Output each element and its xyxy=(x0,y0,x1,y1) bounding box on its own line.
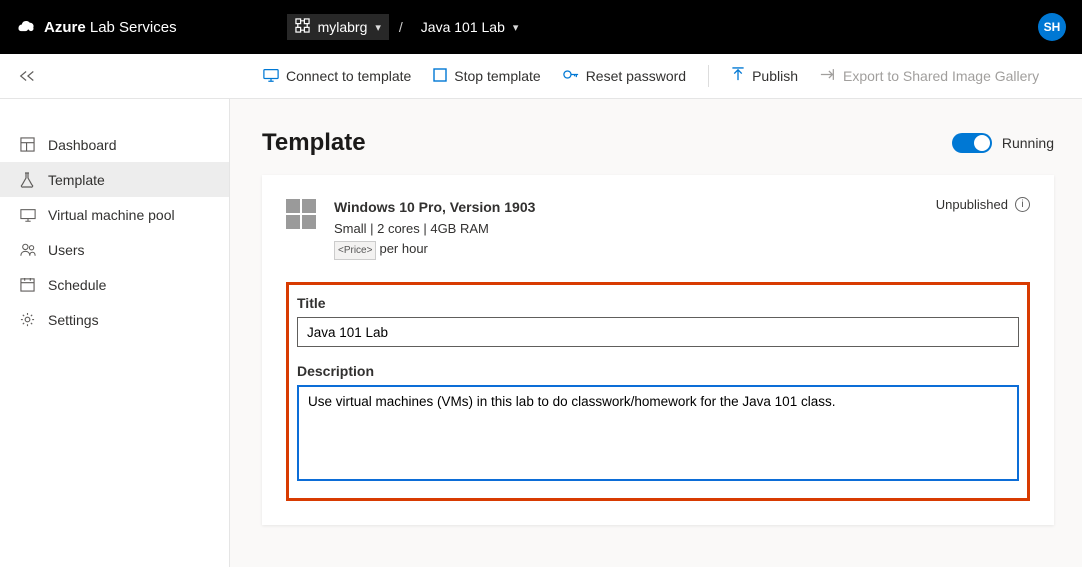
connect-template-button[interactable]: Connect to template xyxy=(263,68,411,85)
publish-label: Publish xyxy=(752,68,798,84)
publish-status: Unpublished i xyxy=(936,197,1030,212)
template-card: Windows 10 Pro, Version 1903 Small | 2 c… xyxy=(262,175,1054,525)
breadcrumb-resource-group[interactable]: mylabrg ▾ xyxy=(287,14,389,40)
dashboard-icon xyxy=(20,137,36,152)
sidebar-label: Virtual machine pool xyxy=(48,207,175,223)
gear-icon xyxy=(20,312,36,327)
breadcrumb-rg-label: mylabrg xyxy=(318,19,368,35)
sidebar-item-dashboard[interactable]: Dashboard xyxy=(0,127,229,162)
page-title: Template xyxy=(262,129,366,157)
flask-icon xyxy=(20,172,36,188)
breadcrumb: mylabrg ▾ / Java 101 Lab ▾ xyxy=(287,14,527,40)
content-area: Template Running Windows 10 Pro, Version… xyxy=(230,99,1082,567)
connect-label: Connect to template xyxy=(286,68,411,84)
sidebar-item-schedule[interactable]: Schedule xyxy=(0,267,229,302)
sidebar-label: Template xyxy=(48,172,105,188)
sidebar-label: Settings xyxy=(48,312,99,328)
breadcrumb-separator: / xyxy=(399,19,403,35)
sidebar-item-template[interactable]: Template xyxy=(0,162,229,197)
running-toggle[interactable] xyxy=(952,133,992,153)
collapse-sidebar-button[interactable] xyxy=(0,54,54,98)
title-input[interactable] xyxy=(297,317,1019,347)
price-suffix: per hour xyxy=(379,241,427,256)
price-tag: <Price> xyxy=(334,241,376,261)
sidebar-label: Dashboard xyxy=(48,137,117,153)
breadcrumb-lab-label: Java 101 Lab xyxy=(421,19,505,35)
brand[interactable]: Azure Lab Services xyxy=(16,18,177,36)
calendar-icon xyxy=(20,277,36,292)
key-icon xyxy=(563,67,579,85)
stop-icon xyxy=(433,68,447,85)
resource-icon xyxy=(295,18,310,36)
command-bar: Connect to template Stop template Reset … xyxy=(0,54,1082,99)
monitor-icon xyxy=(20,208,36,222)
upload-icon xyxy=(731,67,745,85)
sidebar-label: Users xyxy=(48,242,85,258)
windows-icon xyxy=(286,199,316,229)
stop-template-button[interactable]: Stop template xyxy=(433,68,540,85)
brand-text: Azure Lab Services xyxy=(44,19,177,36)
os-title: Windows 10 Pro, Version 1903 xyxy=(334,197,535,219)
form-highlight: Title Description xyxy=(286,282,1030,501)
reset-password-button[interactable]: Reset password xyxy=(563,67,686,85)
chevron-down-icon: ▾ xyxy=(375,21,381,34)
sidebar-item-settings[interactable]: Settings xyxy=(0,302,229,337)
sidebar-item-users[interactable]: Users xyxy=(0,232,229,267)
avatar[interactable]: SH xyxy=(1038,13,1066,41)
info-icon[interactable]: i xyxy=(1015,197,1030,212)
export-label: Export to Shared Image Gallery xyxy=(843,68,1039,84)
stop-label: Stop template xyxy=(454,68,540,84)
export-button: Export to Shared Image Gallery xyxy=(820,68,1039,84)
breadcrumb-lab[interactable]: Java 101 Lab ▾ xyxy=(413,15,527,39)
sidebar-label: Schedule xyxy=(48,277,106,293)
reset-label: Reset password xyxy=(586,68,686,84)
running-toggle-group: Running xyxy=(952,133,1054,153)
sidebar: Dashboard Template Virtual machine pool … xyxy=(0,99,230,567)
brand-logo-icon xyxy=(16,18,36,36)
status-text: Unpublished xyxy=(936,197,1008,212)
price-row: <Price>per hour xyxy=(334,239,535,261)
users-icon xyxy=(20,243,36,257)
description-label: Description xyxy=(297,363,1019,379)
os-info: Windows 10 Pro, Version 1903 Small | 2 c… xyxy=(334,197,535,260)
title-label: Title xyxy=(297,295,1019,311)
chevron-down-icon: ▾ xyxy=(513,21,519,34)
running-label: Running xyxy=(1002,135,1054,151)
description-input[interactable] xyxy=(297,385,1019,481)
toolbar-divider xyxy=(708,65,709,87)
os-specs: Small | 2 cores | 4GB RAM xyxy=(334,219,535,239)
monitor-icon xyxy=(263,68,279,85)
export-icon xyxy=(820,68,836,84)
top-header: Azure Lab Services mylabrg ▾ / Java 101 … xyxy=(0,0,1082,54)
publish-button[interactable]: Publish xyxy=(731,67,798,85)
sidebar-item-vm-pool[interactable]: Virtual machine pool xyxy=(0,197,229,232)
